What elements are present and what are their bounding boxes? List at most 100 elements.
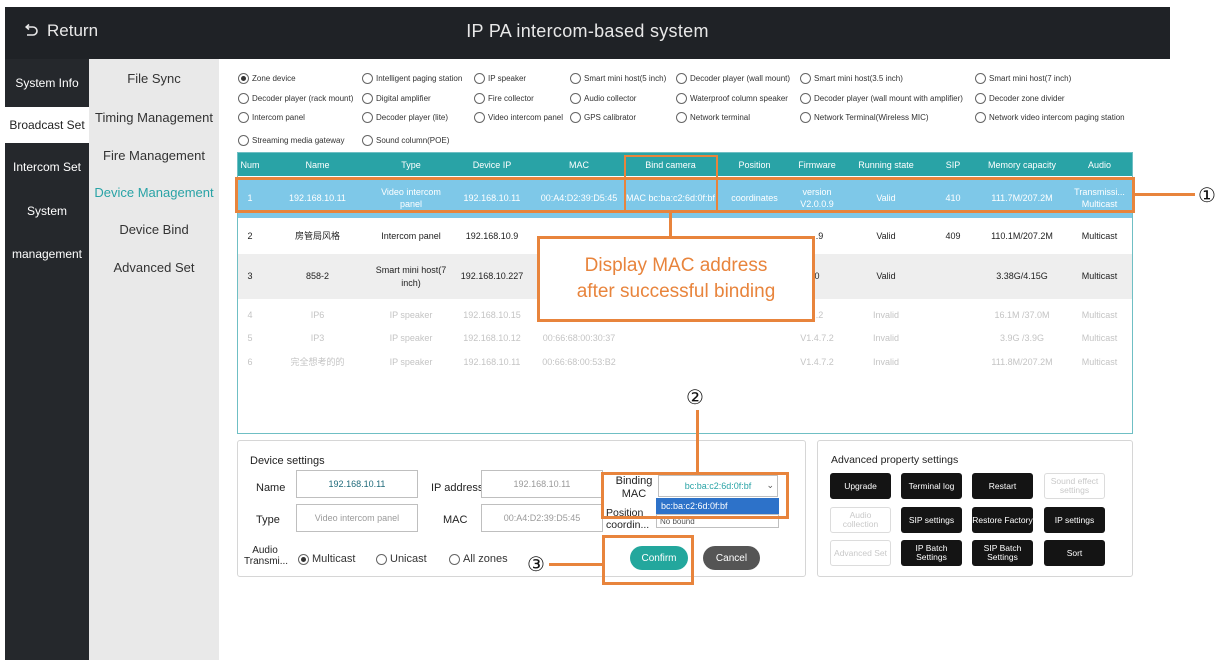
device-type-radio[interactable]: Intelligent paging station [362, 73, 462, 84]
nav-system[interactable]: System [5, 193, 89, 229]
device-type-radio[interactable]: Video intercom panel [474, 112, 563, 123]
radio-icon [975, 73, 986, 84]
device-type-radio[interactable]: Decoder zone divider [975, 93, 1065, 104]
device-type-radio[interactable]: Digital amplifier [362, 93, 431, 104]
audio-collection-button[interactable]: Audio collection [830, 507, 891, 533]
annotation-camera-highlight [624, 155, 718, 213]
sip-batch-settings-button[interactable]: SIP Batch Settings [972, 540, 1033, 566]
advanced-settings-panel: Advanced property settings Upgrade Termi… [817, 440, 1133, 577]
subnav-device-management[interactable]: Device Management [89, 185, 219, 200]
radio-selected-icon [238, 73, 249, 84]
table-row[interactable]: 5 IP3 IP speaker 192.168.10.12 00:66:68:… [238, 328, 1132, 348]
cell-ip: 192.168.10.9 [465, 230, 519, 241]
sort-button[interactable]: Sort [1044, 540, 1105, 566]
name-input[interactable]: 192.168.10.11 [296, 470, 418, 498]
advanced-set-button[interactable]: Advanced Set [830, 540, 891, 566]
subnav-device-bind[interactable]: Device Bind [89, 222, 219, 237]
device-type-radio[interactable]: Smart mini host(5 inch) [570, 73, 666, 84]
sip-settings-button[interactable]: SIP settings [901, 507, 962, 533]
radio-icon [449, 553, 460, 565]
device-type-radio[interactable]: Zone device [238, 73, 296, 84]
radio-icon [376, 553, 387, 565]
ip-address-input[interactable]: 192.168.10.11 [481, 470, 603, 498]
radio-icon [474, 112, 485, 123]
column-header: MAC [569, 159, 589, 170]
device-type-radio[interactable]: Fire collector [474, 93, 534, 104]
cell-state: Invalid [872, 332, 899, 343]
cell-type: IP speaker [389, 309, 433, 320]
cell-type: IP speaker [389, 332, 433, 343]
cell-name: 房管局风格 [294, 230, 340, 241]
device-type-radio[interactable]: Network terminal [676, 112, 750, 123]
mac-input[interactable]: 00:A4:D2:39:D5:45 [481, 504, 603, 532]
sub-nav: File Sync Timing Management Fire Managem… [89, 59, 219, 660]
radio-icon [975, 112, 986, 123]
annotation-binding-highlight [601, 472, 789, 519]
cell-name: IP6 [310, 309, 325, 320]
cancel-button[interactable]: Cancel [703, 546, 760, 570]
radio-icon [238, 93, 249, 104]
device-type-radio[interactable]: Sound column(POE) [362, 135, 449, 146]
terminal-log-button[interactable]: Terminal log [901, 473, 962, 499]
subnav-file-sync[interactable]: File Sync [89, 71, 219, 86]
cell-num: 3 [247, 271, 253, 282]
device-type-radio[interactable]: Decoder player (lite) [362, 112, 448, 123]
table-row[interactable]: 6 完全想考的的 IP speaker 192.168.10.11 00:66:… [238, 352, 1132, 372]
device-type-radio[interactable]: Smart mini host(7 inch) [975, 73, 1071, 84]
subnav-fire-management[interactable]: Fire Management [89, 148, 219, 163]
device-type-radio[interactable]: Network Terminal(Wireless MIC) [800, 112, 929, 123]
cell-memory: 3.38G/4.15G [996, 271, 1048, 282]
audio-radio-all-zones[interactable]: All zones [449, 553, 508, 565]
cell-mac: 00:66:68:00:53:B2 [542, 356, 616, 367]
radio-icon [474, 73, 485, 84]
column-header: Name [305, 159, 330, 170]
cell-audio: Multicast [1081, 271, 1118, 282]
audio-radio-multicast[interactable]: Multicast [298, 553, 355, 565]
device-type-radio[interactable]: Network video intercom paging station [975, 112, 1125, 123]
radio-icon [362, 112, 373, 123]
sound-effect-settings-button[interactable]: Sound effect settings [1044, 473, 1105, 499]
device-type-radio[interactable]: Smart mini host(3.5 inch) [800, 73, 903, 84]
device-type-radio[interactable]: GPS calibrator [570, 112, 636, 123]
nav-system-info[interactable]: System Info [5, 65, 89, 101]
column-header: Device IP [472, 159, 512, 170]
upgrade-button[interactable]: Upgrade [830, 473, 891, 499]
name-label: Name [256, 482, 286, 494]
device-type-radio[interactable]: Streaming media gateway [238, 135, 345, 146]
subnav-timing-management[interactable]: Timing Management [89, 110, 219, 125]
nav-broadcast-set[interactable]: Broadcast Set [5, 107, 89, 143]
device-type-radio[interactable]: Decoder player (wall mount with amplifie… [800, 93, 963, 104]
device-type-radio[interactable]: Waterproof column speaker [676, 93, 788, 104]
annotation-confirm-highlight [602, 535, 694, 585]
nav-intercom-set[interactable]: Intercom Set [5, 149, 89, 185]
cell-memory: 16.1M /37.0M [994, 309, 1050, 320]
restore-factory-button[interactable]: Restore Factory [972, 507, 1033, 533]
cell-state: Invalid [872, 309, 899, 320]
device-type-radio[interactable]: Intercom panel [238, 112, 305, 123]
device-type-radio[interactable]: IP speaker [474, 73, 526, 84]
radio-icon [238, 112, 249, 123]
audio-radio-unicast[interactable]: Unicast [376, 553, 427, 565]
cell-memory: 3.9G /3.9G [999, 332, 1045, 343]
device-type-radio[interactable]: Decoder player (wall mount) [676, 73, 790, 84]
advanced-settings-title: Advanced property settings [831, 454, 959, 466]
ip-settings-button[interactable]: IP settings [1044, 507, 1105, 533]
type-input[interactable]: Video intercom panel [296, 504, 418, 532]
radio-icon [676, 93, 687, 104]
cell-mac: 00:66:68:00:30:37 [542, 332, 616, 343]
nav-management[interactable]: management [5, 236, 89, 272]
ip-batch-settings-button[interactable]: IP Batch Settings [901, 540, 962, 566]
column-header: Num [240, 159, 260, 170]
annotation-line-1 [1135, 193, 1195, 196]
cell-firmware: V1.4.7.2 [800, 332, 834, 343]
radio-icon [800, 73, 811, 84]
restart-button[interactable]: Restart [972, 473, 1033, 499]
radio-icon [474, 93, 485, 104]
column-header: SIP [945, 159, 961, 170]
radio-icon [362, 93, 373, 104]
cell-type: Intercom panel [381, 230, 441, 241]
device-type-radio[interactable]: Decoder player (rack mount) [238, 93, 353, 104]
device-type-radio[interactable]: Audio collector [570, 93, 636, 104]
subnav-advanced-set[interactable]: Advanced Set [89, 260, 219, 275]
annotation-marker-2: ② [686, 385, 704, 409]
